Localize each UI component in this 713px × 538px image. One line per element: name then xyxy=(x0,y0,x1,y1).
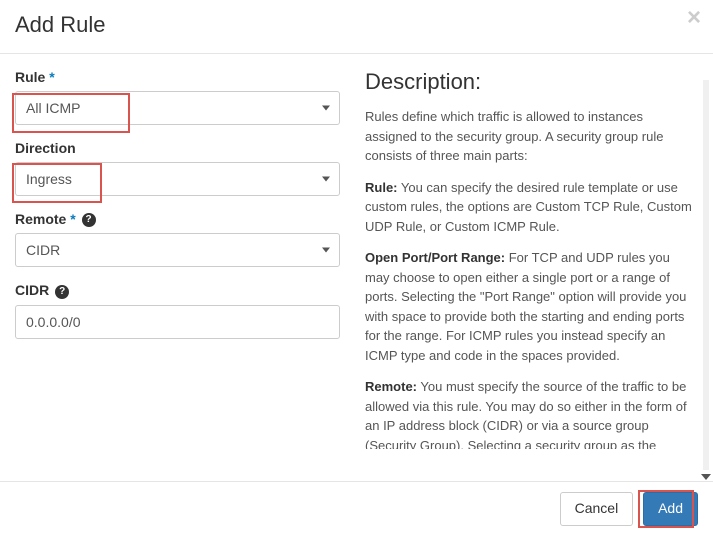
direction-select-value: Ingress xyxy=(15,162,340,196)
modal-body: Rule * All ICMP Direction Ingress Remote… xyxy=(0,54,713,464)
cidr-label: CIDR ? xyxy=(15,282,340,298)
direction-select[interactable]: Ingress xyxy=(15,162,340,196)
form-column: Rule * All ICMP Direction Ingress Remote… xyxy=(15,69,355,449)
cidr-input[interactable] xyxy=(15,305,340,339)
field-cidr: CIDR ? xyxy=(15,282,340,338)
field-remote: Remote * ? CIDR xyxy=(15,211,340,267)
remote-select[interactable]: CIDR xyxy=(15,233,340,267)
modal-title: Add Rule xyxy=(15,12,698,38)
modal-footer: Cancel Add xyxy=(0,481,713,538)
rule-select-value: All ICMP xyxy=(15,91,340,125)
description-intro: Rules define which traffic is allowed to… xyxy=(365,107,698,166)
rule-label: Rule * xyxy=(15,69,340,85)
description-column: Description: Rules define which traffic … xyxy=(355,69,698,449)
scrollbar[interactable] xyxy=(703,80,709,470)
close-icon[interactable]: × xyxy=(687,6,701,30)
required-star-icon: * xyxy=(49,69,54,85)
direction-label: Direction xyxy=(15,140,340,156)
description-heading: Description: xyxy=(365,69,698,95)
add-button[interactable]: Add xyxy=(643,492,698,526)
field-direction: Direction Ingress xyxy=(15,140,340,196)
remote-select-value: CIDR xyxy=(15,233,340,267)
description-remote: Remote: You must specify the source of t… xyxy=(365,377,698,449)
modal-header: Add Rule × xyxy=(0,0,713,54)
cancel-button[interactable]: Cancel xyxy=(560,492,634,526)
description-port: Open Port/Port Range: For TCP and UDP ru… xyxy=(365,248,698,365)
remote-label: Remote * ? xyxy=(15,211,340,227)
field-rule: Rule * All ICMP xyxy=(15,69,340,125)
description-rule: Rule: You can specify the desired rule t… xyxy=(365,178,698,237)
scroll-down-icon xyxy=(701,474,711,480)
help-icon[interactable]: ? xyxy=(82,213,96,227)
help-icon[interactable]: ? xyxy=(55,285,69,299)
rule-select[interactable]: All ICMP xyxy=(15,91,340,125)
required-star-icon: * xyxy=(70,211,75,227)
